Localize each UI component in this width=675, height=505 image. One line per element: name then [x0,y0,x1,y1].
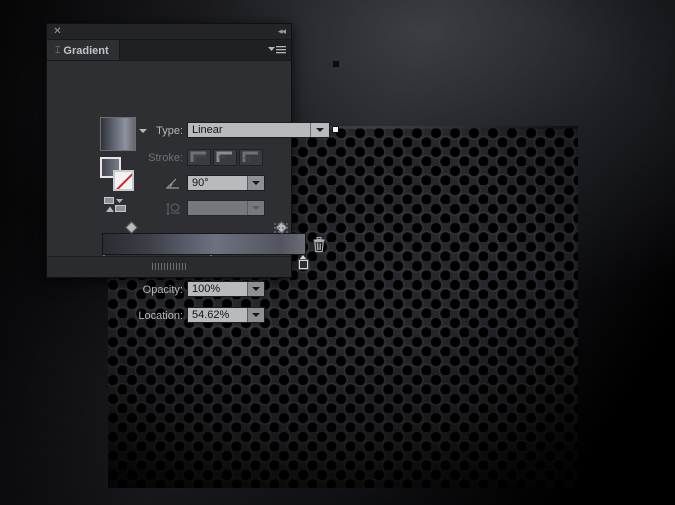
opacity-label: Opacity: [142,284,183,296]
aspect-ratio-icon [165,202,181,216]
panel-footer[interactable] [47,256,291,277]
gradient-stop-end[interactable] [298,255,309,270]
gradient-panel-body: Type: Linear Stroke: 90° Opacity: 100% L… [47,61,330,323]
panel-tab-strip[interactable]: ⌶ Gradient [47,40,291,61]
stop-color-chip [300,261,307,268]
stroke-label: Stroke: [148,152,183,164]
gradient-ramp[interactable] [102,233,306,255]
type-label: Type: [156,125,183,137]
anchor-point-selected[interactable] [333,127,338,132]
gradient-panel[interactable]: ✕ ◂◂ ⌶ Gradient Type: Linear Stroke: 90°… [46,23,330,323]
tab-gradient[interactable]: ⌶ Gradient [47,40,120,60]
gradient-angle-value: 90° [192,177,209,189]
gradient-opacity-field[interactable]: 100% [187,281,265,297]
gradient-type-select[interactable]: Linear [187,122,330,138]
location-label: Location: [138,310,183,322]
gradient-location-value: 54.62% [192,309,230,321]
gradient-opacity-value: 100% [192,283,221,295]
stroke-color-box[interactable] [113,170,134,191]
gradient-fill-swatch[interactable] [100,117,136,151]
gradient-location-field[interactable]: 54.62% [187,307,265,323]
chevron-down-icon[interactable] [247,282,264,296]
app-screen: ✕ ◂◂ ⌶ Gradient Type: Linear Stroke: 90°… [0,0,675,505]
reverse-gradient-icon[interactable] [104,197,128,213]
panel-resize-grip[interactable] [274,223,288,235]
tab-gradient-label: Gradient [63,45,109,57]
close-icon[interactable]: ✕ [52,26,63,37]
stroke-align-along-button[interactable] [213,149,237,166]
gradient-aspect-ratio-field[interactable] [187,200,265,216]
panel-title-bar[interactable]: ✕ ◂◂ [47,24,291,40]
gradient-angle-field[interactable]: 90° [187,175,265,191]
fill-stroke-indicator [100,157,134,191]
chevron-down-icon[interactable] [247,308,264,322]
stroke-align-within-button[interactable] [187,149,211,166]
panel-drag-grabber[interactable] [152,263,186,270]
anchor-point-unselected[interactable] [333,61,339,67]
panel-menu-icon[interactable] [268,44,286,56]
chevron-down-icon[interactable] [247,201,264,215]
gradient-type-value: Linear [192,124,223,136]
stroke-align-across-button[interactable] [239,149,263,166]
delete-stop-icon[interactable] [312,237,326,253]
chevron-down-icon[interactable] [310,123,329,137]
collapse-panel-icon[interactable]: ◂◂ [271,26,286,37]
chevron-down-icon[interactable] [247,176,264,190]
tab-grip-icon: ⌶ [55,45,61,55]
gradient-midpoint-1[interactable] [125,221,138,234]
angle-icon [165,177,181,190]
stroke-none-icon [115,172,132,189]
